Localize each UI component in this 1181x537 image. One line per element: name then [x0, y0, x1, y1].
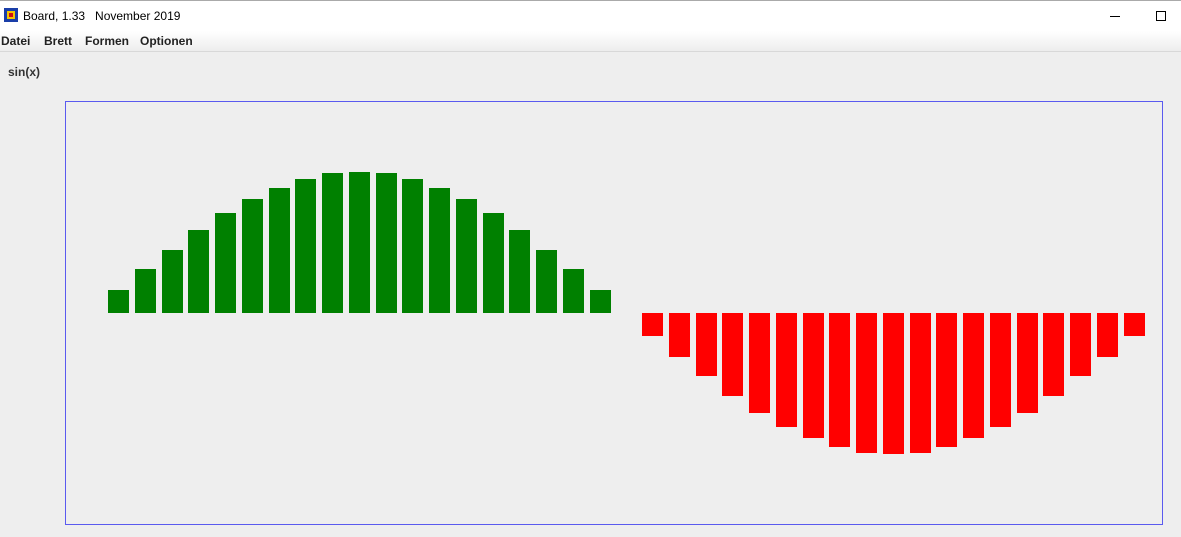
positive-bar: [241, 198, 263, 313]
positive-bar: [322, 173, 343, 313]
menu-datei[interactable]: Datei: [1, 34, 30, 48]
app-icon: [4, 8, 18, 22]
negative-bar: [749, 313, 770, 414]
negative-bar: [642, 313, 663, 336]
positive-bar: [295, 179, 317, 313]
menu-brett[interactable]: Brett: [44, 34, 72, 48]
maximize-button[interactable]: [1138, 1, 1181, 31]
window-title: Board, 1.33 November 2019: [23, 9, 181, 23]
positive-bar: [161, 249, 183, 313]
board-canvas[interactable]: [65, 101, 1163, 525]
title-bar: Board, 1.33 November 2019: [0, 0, 1181, 31]
positive-bar: [268, 187, 290, 313]
negative-bar: [1096, 313, 1118, 357]
negative-bar: [668, 313, 690, 357]
positive-bar: [134, 269, 156, 313]
negative-bar: [695, 313, 717, 377]
minimize-button[interactable]: [1092, 1, 1138, 31]
negative-bar: [802, 313, 824, 439]
positive-bar: [455, 198, 477, 313]
negative-bar: [882, 313, 904, 454]
positive-bar: [188, 229, 210, 313]
negative-bar: [1043, 313, 1065, 397]
positive-bar: [562, 269, 584, 313]
positive-bar: [215, 212, 236, 313]
positive-bar: [589, 290, 611, 313]
positive-bar: [536, 249, 557, 313]
negative-bar: [829, 313, 851, 447]
negative-bar: [1016, 313, 1038, 414]
positive-bar: [108, 290, 129, 313]
menu-optionen[interactable]: Optionen: [140, 34, 193, 48]
negative-bar: [775, 313, 797, 428]
positive-bar: [402, 179, 424, 313]
negative-bar: [909, 313, 931, 453]
negative-bar: [722, 313, 744, 397]
positive-bar: [348, 172, 370, 313]
positive-bar: [509, 229, 531, 313]
minimize-icon: [1110, 16, 1120, 17]
negative-bar: [856, 313, 877, 453]
positive-bar: [429, 187, 450, 313]
positive-bar: [482, 212, 504, 313]
maximize-icon: [1156, 11, 1166, 21]
negative-bar: [1070, 313, 1091, 377]
menu-formen[interactable]: Formen: [85, 34, 129, 48]
negative-bar: [989, 313, 1011, 428]
negative-bar: [963, 313, 984, 439]
negative-bar: [1123, 313, 1145, 336]
positive-bar: [375, 173, 397, 313]
board-label: sin(x): [8, 65, 41, 79]
menu-bar: Datei Brett Formen Optionen: [0, 31, 1181, 52]
negative-bar: [936, 313, 958, 447]
